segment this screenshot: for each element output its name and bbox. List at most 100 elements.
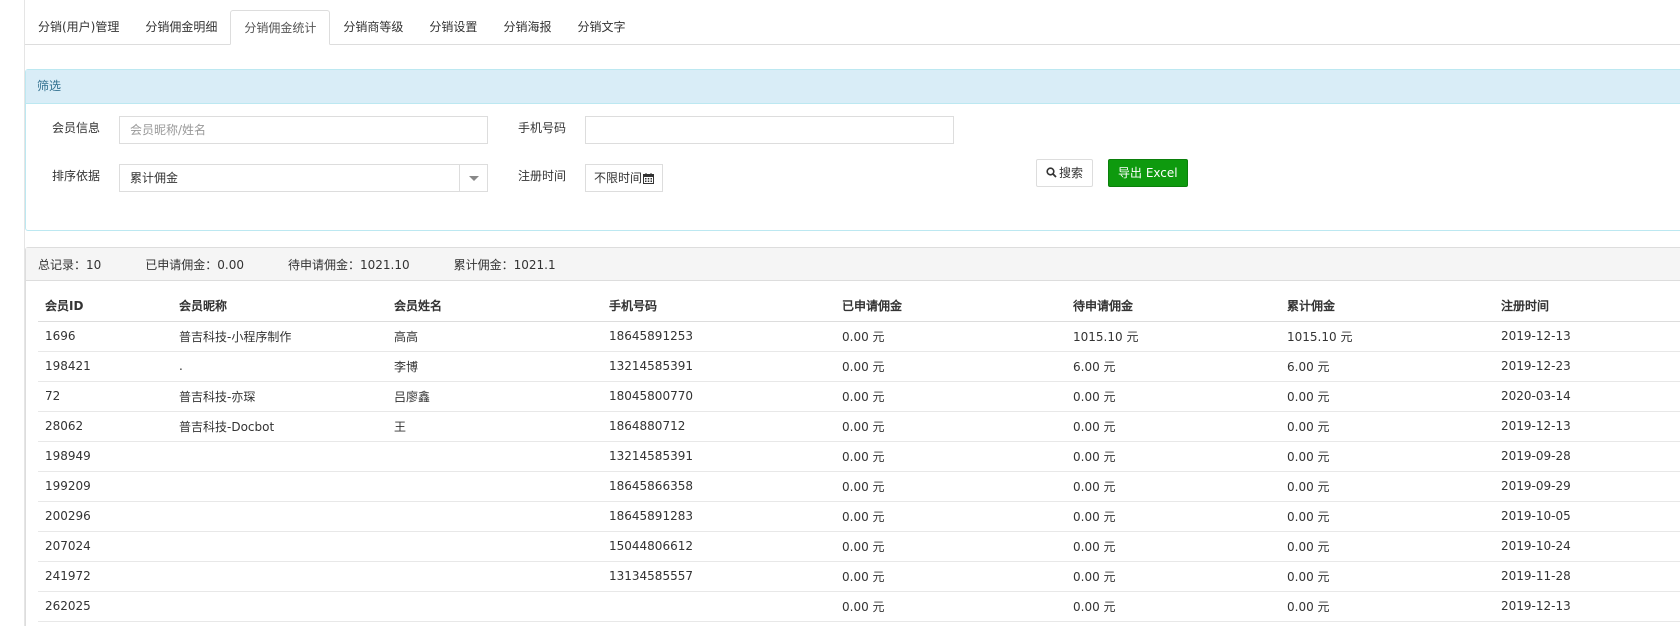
cell-nickname <box>172 561 387 592</box>
tab-commission-detail[interactable]: 分销佣金明细 <box>132 10 230 45</box>
cell-register-time: 2019-09-28 <box>1494 441 1680 472</box>
cell-phone: 18045800770 <box>602 381 835 412</box>
table-row[interactable]: 28062 普吉科技-Docbot 王 1864880712 0.00 元 0.00 元0… <box>38 411 1680 442</box>
filter-panel-title: 筛选 <box>26 70 1680 104</box>
tab-distribution-poster[interactable]: 分销海报 <box>490 10 564 45</box>
tab-bar: 分销(用户)管理 分销佣金明细 分销佣金统计 分销商等级 分销设置 分销海报 分… <box>25 10 1680 45</box>
dropdown-toggle[interactable] <box>459 165 487 191</box>
cell-name: 李博 <box>387 351 602 382</box>
header-applied[interactable]: 已申请佣金 <box>835 291 1066 322</box>
table-body: 1696 普吉科技-小程序制作 高高 18645891253 0.00 元 1015.10… <box>38 321 1680 622</box>
table-row[interactable]: 241972 13134585557 0.00 元 0.00 元 0.00 元 2019-… <box>38 561 1680 592</box>
phone-label: 手机号码 <box>517 121 566 135</box>
cell-applied: 0.00 元 <box>835 321 1066 352</box>
cell-member-id: 262025 <box>38 591 172 622</box>
member-info-label: 会员信息 <box>51 121 100 135</box>
sort-by-select[interactable]: 累计佣金 <box>119 164 488 192</box>
cell-nickname <box>172 441 387 472</box>
commission-table: 会员ID 会员昵称 会员姓名 手机号码 已申请佣金 待申请佣金 累计佣金 注册时… <box>38 291 1680 622</box>
cell-applied: 0.00 元 <box>835 441 1066 472</box>
filter-panel: 筛选 会员信息 会员昵称/姓名 手机号码 排序依据 累计佣金 注册时间 不限时间… <box>25 69 1680 231</box>
cell-member-id: 72 <box>38 381 172 412</box>
calendar-icon <box>643 173 654 184</box>
cell-name <box>387 471 602 502</box>
cell-nickname: . <box>172 351 387 382</box>
cell-nickname <box>172 471 387 502</box>
cell-nickname: 普吉科技-Docbot <box>172 411 387 442</box>
cell-cumulative: 0.00 元 <box>1280 501 1494 532</box>
cell-cumulative: 0.00 元 <box>1280 441 1494 472</box>
cell-register-time: 2020-03-14 <box>1494 381 1680 412</box>
register-time-picker[interactable]: 不限时间 <box>585 164 663 192</box>
tab-distribution-settings[interactable]: 分销设置 <box>416 10 490 45</box>
cell-phone: 18645891253 <box>602 321 835 352</box>
cell-register-time: 2019-09-29 <box>1494 471 1680 502</box>
cell-pending: 0.00 元 <box>1066 561 1280 592</box>
cell-member-id: 200296 <box>38 501 172 532</box>
cell-pending: 0.00 元 <box>1066 441 1280 472</box>
export-excel-button[interactable]: 导出 Excel <box>1108 159 1188 187</box>
cell-pending: 0.00 元 <box>1066 471 1280 502</box>
cell-pending: 0.00 元 <box>1066 531 1280 562</box>
header-pending[interactable]: 待申请佣金 <box>1066 291 1280 322</box>
table-row[interactable]: 1696 普吉科技-小程序制作 高高 18645891253 0.00 元 1015.10… <box>38 321 1680 352</box>
cell-register-time: 2019-12-13 <box>1494 591 1680 622</box>
cell-cumulative: 0.00 元 <box>1280 411 1494 442</box>
cell-member-id: 1696 <box>38 321 172 352</box>
table-row[interactable]: 207024 15044806612 0.00 元 0.00 元 0.00 元 2019-… <box>38 531 1680 562</box>
table-row[interactable]: 262025 0.00 元 0.00 元 0.00 元 2019-12-13 <box>38 591 1680 622</box>
cell-nickname <box>172 501 387 532</box>
header-member-id[interactable]: 会员ID <box>38 291 172 322</box>
cell-applied: 0.00 元 <box>835 501 1066 532</box>
cell-pending: 6.00 元 <box>1066 351 1280 382</box>
tab-distribution-text[interactable]: 分销文字 <box>564 10 638 45</box>
search-button-label: 搜索 <box>1059 166 1084 180</box>
cumulative-commission-total: 累计佣金：1021.1 <box>453 257 556 272</box>
tab-distributor-level[interactable]: 分销商等级 <box>330 10 416 45</box>
data-panel: 总记录：10 已申请佣金：0.00 待申请佣金：1021.10 累计佣金：102… <box>25 247 1680 626</box>
table-row[interactable]: 200296 18645891283 0.00 元 0.00 元 0.00 元 2019-… <box>38 501 1680 532</box>
cell-applied: 0.00 元 <box>835 591 1066 622</box>
cell-member-id: 241972 <box>38 561 172 592</box>
tab-user-management[interactable]: 分销(用户)管理 <box>25 10 132 45</box>
cell-register-time: 2019-12-13 <box>1494 321 1680 352</box>
cell-pending: 1015.10 元 <box>1066 321 1280 352</box>
header-phone[interactable]: 手机号码 <box>602 291 835 322</box>
table-row[interactable]: 198421. 李博 13214585391 0.00 元 6.00 元 6.00 元 20… <box>38 351 1680 382</box>
register-time-value: 不限时间 <box>594 171 643 185</box>
cell-applied: 0.00 元 <box>835 471 1066 502</box>
cell-cumulative: 0.00 元 <box>1280 561 1494 592</box>
tab-commission-statistics[interactable]: 分销佣金统计 <box>230 10 331 45</box>
phone-input[interactable] <box>585 116 954 144</box>
header-cumulative[interactable]: 累计佣金 <box>1280 291 1494 322</box>
cell-name: 吕廖鑫 <box>387 381 602 412</box>
cell-register-time: 2019-10-24 <box>1494 531 1680 562</box>
table-row[interactable]: 198949 13214585391 0.00 元 0.00 元 0.00 元 2019-… <box>38 441 1680 472</box>
header-nickname[interactable]: 会员昵称 <box>172 291 387 322</box>
member-info-input[interactable]: 会员昵称/姓名 <box>119 116 488 144</box>
cell-applied: 0.00 元 <box>835 381 1066 412</box>
cell-cumulative: 0.00 元 <box>1280 531 1494 562</box>
header-name[interactable]: 会员姓名 <box>387 291 602 322</box>
chevron-down-icon <box>469 176 479 181</box>
cell-register-time: 2019-10-05 <box>1494 501 1680 532</box>
table-header-row: 会员ID 会员昵称 会员姓名 手机号码 已申请佣金 待申请佣金 累计佣金 注册时… <box>38 291 1680 322</box>
register-time-label: 注册时间 <box>517 169 566 183</box>
cell-name: 高高 <box>387 321 602 352</box>
cell-name <box>387 441 602 472</box>
cell-register-time: 2019-11-28 <box>1494 561 1680 592</box>
cell-phone: 13134585557 <box>602 561 835 592</box>
header-register-time[interactable]: 注册时间 <box>1494 291 1680 322</box>
table-row[interactable]: 72 普吉科技-亦琛 吕廖鑫 18045800770 0.00 元 0.00 元 0.00 … <box>38 381 1680 412</box>
cell-phone: 15044806612 <box>602 531 835 562</box>
cell-pending: 0.00 元 <box>1066 591 1280 622</box>
cell-pending: 0.00 元 <box>1066 381 1280 412</box>
total-records: 总记录：10 <box>38 257 102 272</box>
table-row[interactable]: 199209 18645866358 0.00 元 0.00 元 0.00 元 2019-… <box>38 471 1680 502</box>
cell-nickname: 普吉科技-亦琛 <box>172 381 387 412</box>
cell-cumulative: 0.00 元 <box>1280 381 1494 412</box>
cell-phone <box>602 591 835 622</box>
sort-by-value: 累计佣金 <box>130 171 179 185</box>
search-button[interactable]: 搜索 <box>1036 159 1094 187</box>
cell-phone: 18645891283 <box>602 501 835 532</box>
